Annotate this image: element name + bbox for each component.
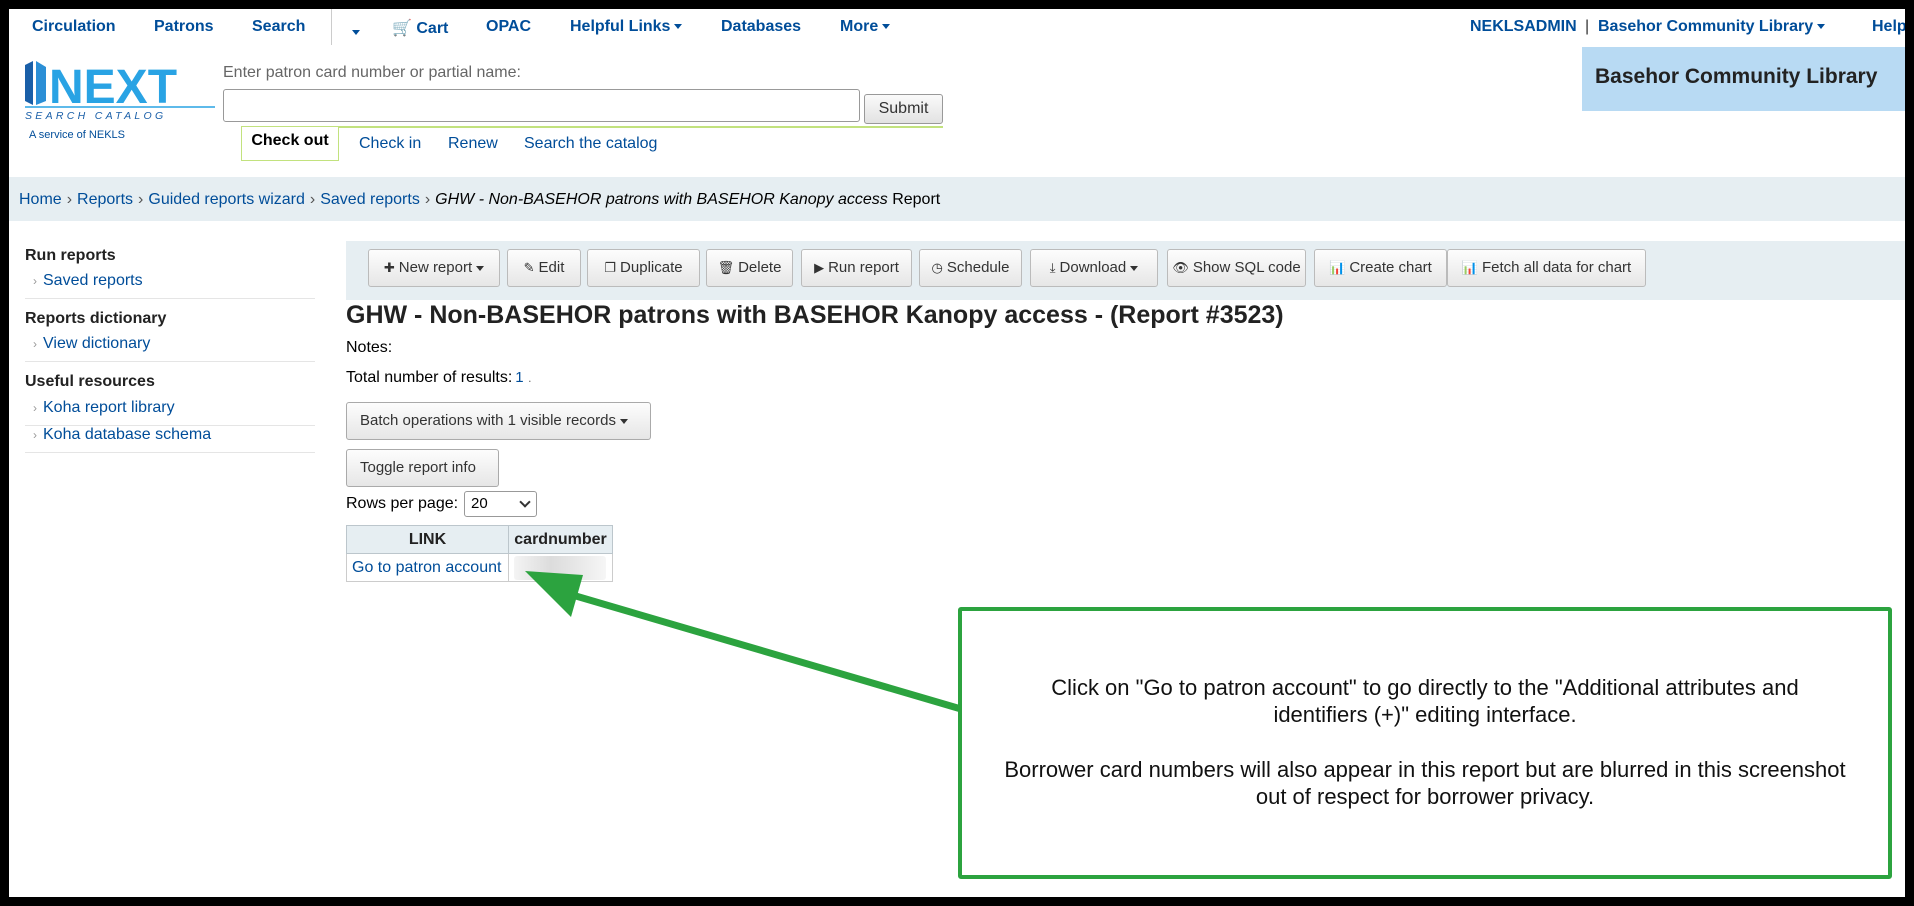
arrow-shaft <box>565 590 965 713</box>
callout-text-1: Click on "Go to patron account" to go di… <box>1051 675 1799 727</box>
annotation-callout: Click on "Go to patron account" to go di… <box>958 607 1892 879</box>
arrow-head-icon <box>525 571 583 617</box>
screenshot-frame: Circulation Patrons Search 🛒 Cart OPAC H… <box>9 9 1905 897</box>
callout-text-2: Borrower card numbers will also appear i… <box>1004 757 1846 809</box>
